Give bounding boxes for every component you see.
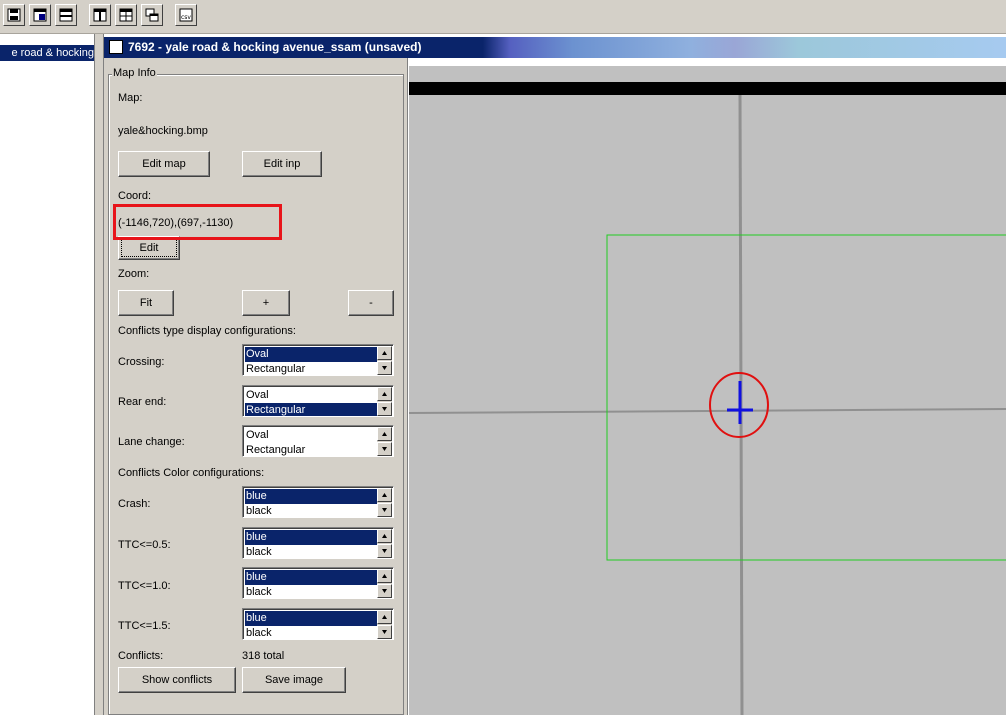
edit-map-button[interactable]: Edit map xyxy=(118,151,210,177)
scroll-down-icon[interactable] xyxy=(377,503,392,517)
map-label: Map: xyxy=(118,92,143,104)
split-horizontal-icon[interactable] xyxy=(55,4,77,26)
crossing-label: Crossing: xyxy=(118,356,165,368)
edit-inp-button[interactable]: Edit inp xyxy=(242,151,322,177)
map-canvas[interactable] xyxy=(409,66,1006,715)
ttc-10-color-listbox[interactable]: blue black xyxy=(242,567,394,599)
scrollbar[interactable] xyxy=(377,346,392,375)
ttc-10-label: TTC<=1.0: xyxy=(118,580,171,592)
list-item[interactable]: black xyxy=(245,504,378,517)
scroll-up-icon[interactable] xyxy=(377,488,392,502)
zoom-in-button[interactable]: + xyxy=(242,290,290,316)
zoom-label: Zoom: xyxy=(118,268,150,280)
save-image-button[interactable]: Save image xyxy=(242,667,346,693)
list-item[interactable]: blue xyxy=(245,530,378,545)
crash-color-listbox[interactable]: blue black xyxy=(242,486,394,518)
scroll-up-icon[interactable] xyxy=(377,569,392,583)
scroll-up-icon[interactable] xyxy=(377,427,392,441)
coord-highlight-box xyxy=(113,204,282,240)
conflicts-total: 318 total xyxy=(242,650,285,662)
list-item[interactable]: Rectangular xyxy=(245,362,378,375)
map-drawing xyxy=(409,94,1006,715)
list-item[interactable]: black xyxy=(245,545,378,558)
map-info-panel: Map Info Map: yale&hocking.bmp Edit map … xyxy=(104,58,408,715)
scroll-up-icon[interactable] xyxy=(377,387,392,401)
list-item[interactable]: blue xyxy=(245,611,378,626)
scroll-up-icon[interactable] xyxy=(377,610,392,624)
svg-text:csv: csv xyxy=(181,14,191,21)
color-config-heading: Conflicts Color configurations: xyxy=(118,467,265,479)
scrollbar[interactable] xyxy=(377,427,392,456)
list-item[interactable]: Oval xyxy=(245,428,378,443)
map-info-title: Map Info xyxy=(112,67,157,79)
conflicts-label: Conflicts: xyxy=(118,650,164,662)
list-item[interactable]: Oval xyxy=(245,347,378,362)
scroll-up-icon[interactable] xyxy=(377,529,392,543)
csv-export-icon[interactable]: csv xyxy=(175,4,197,26)
grid-icon[interactable] xyxy=(115,4,137,26)
split-vertical-icon[interactable] xyxy=(89,4,111,26)
ttc-05-color-listbox[interactable]: blue black xyxy=(242,527,394,559)
ttc-15-label: TTC<=1.5: xyxy=(118,620,171,632)
document-list-item[interactable]: e road & hocking xyxy=(0,47,94,60)
document-list: e road & hocking xyxy=(0,34,94,715)
rear-end-listbox[interactable]: Oval Rectangular xyxy=(242,385,394,417)
list-item[interactable]: Rectangular xyxy=(245,403,378,416)
save-icon[interactable] xyxy=(3,4,25,26)
ttc-05-label: TTC<=0.5: xyxy=(118,539,171,551)
scroll-down-icon[interactable] xyxy=(377,625,392,639)
list-item[interactable]: Rectangular xyxy=(245,443,378,456)
list-item[interactable]: black xyxy=(245,585,378,598)
crossing-listbox[interactable]: Oval Rectangular xyxy=(242,344,394,376)
window-icon[interactable] xyxy=(109,40,123,54)
scroll-up-icon[interactable] xyxy=(377,346,392,360)
scrollbar[interactable] xyxy=(377,610,392,639)
list-item[interactable]: blue xyxy=(245,570,378,585)
coord-label: Coord: xyxy=(118,190,152,202)
scroll-down-icon[interactable] xyxy=(377,544,392,558)
window-titlebar[interactable]: 7692 - yale road & hocking avenue_ssam (… xyxy=(104,37,1006,58)
cascade-icon[interactable] xyxy=(141,4,163,26)
scroll-down-icon[interactable] xyxy=(377,584,392,598)
conflict-type-heading: Conflicts type display configurations: xyxy=(118,325,296,337)
open-panel-icon[interactable] xyxy=(29,4,51,26)
show-conflicts-button[interactable]: Show conflicts xyxy=(118,667,236,693)
road-horizontal xyxy=(409,408,1006,414)
viewport-rectangle xyxy=(606,234,1006,561)
list-item[interactable]: black xyxy=(245,626,378,639)
lane-change-label: Lane change: xyxy=(118,436,185,448)
scrollbar[interactable] xyxy=(377,387,392,416)
scrollbar[interactable] xyxy=(377,529,392,558)
list-item[interactable]: blue xyxy=(245,489,378,504)
scrollbar[interactable] xyxy=(377,569,392,598)
lane-change-listbox[interactable]: Oval Rectangular xyxy=(242,425,394,457)
scroll-down-icon[interactable] xyxy=(377,361,392,375)
scrollbar[interactable] xyxy=(377,488,392,517)
window-title: 7692 - yale road & hocking avenue_ssam (… xyxy=(128,40,422,54)
scroll-down-icon[interactable] xyxy=(377,442,392,456)
toolbar: csv xyxy=(0,0,1006,34)
ttc-15-color-listbox[interactable]: blue black xyxy=(242,608,394,640)
rear-end-label: Rear end: xyxy=(118,396,167,408)
crash-label: Crash: xyxy=(118,498,151,510)
scroll-down-icon[interactable] xyxy=(377,402,392,416)
splitter[interactable] xyxy=(94,34,104,715)
zoom-fit-button[interactable]: Fit xyxy=(118,290,174,316)
map-file-name: yale&hocking.bmp xyxy=(118,125,208,137)
list-item[interactable]: Oval xyxy=(245,388,378,403)
zoom-out-button[interactable]: - xyxy=(348,290,394,316)
